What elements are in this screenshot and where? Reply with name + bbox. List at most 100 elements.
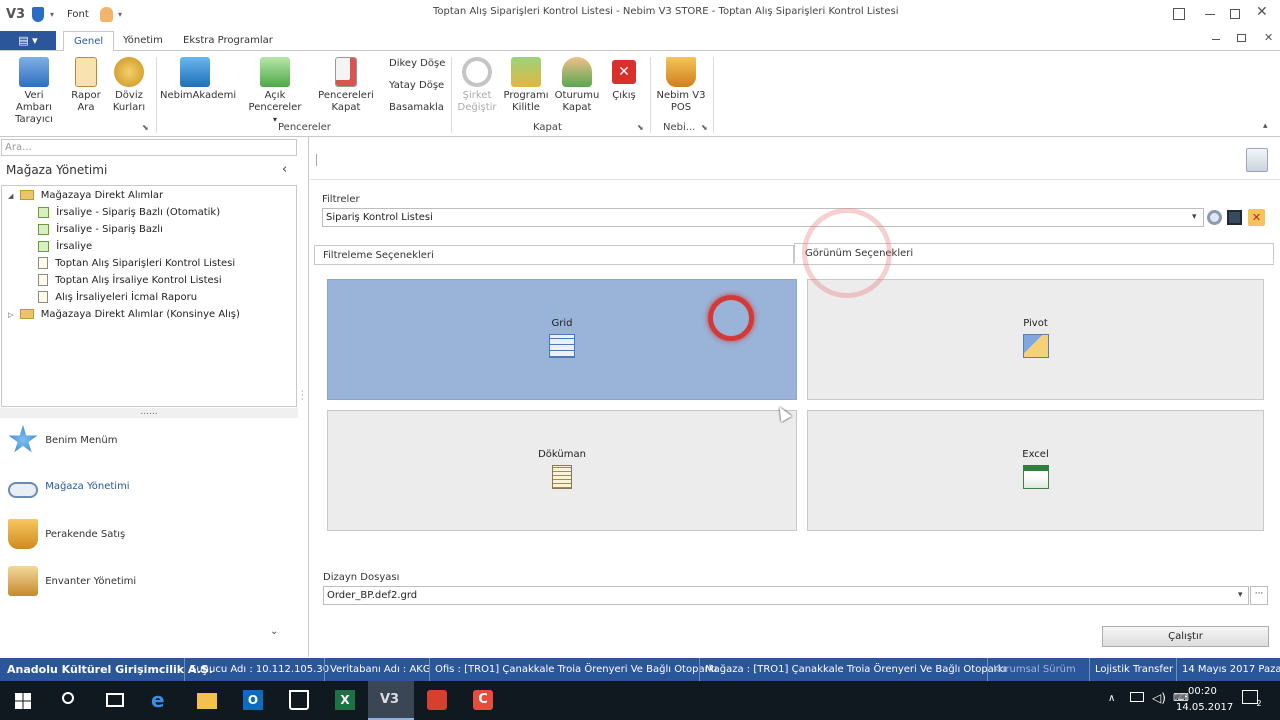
clock-time[interactable]: 00:20 (1188, 686, 1217, 697)
taskbar-app-c[interactable]: C (460, 681, 506, 720)
taskbar-outlook[interactable]: O (230, 681, 276, 720)
clock-date[interactable]: 14.05.2017 (1176, 702, 1233, 713)
grid-table-icon (549, 334, 575, 358)
taskbar-edge[interactable]: e (138, 681, 184, 720)
menu-tree: ◢ Mağazaya Direkt Alımlar İrsaliye - Sip… (1, 185, 297, 407)
nebim-akademi-button[interactable]: NebimAkademi (160, 57, 236, 102)
collapse-ribbon-icon[interactable]: ▴ (1263, 121, 1268, 131)
rapor-ara-button[interactable]: Rapor Ara (68, 57, 104, 114)
tab-genel[interactable]: Genel (63, 31, 115, 52)
doviz-dialog-launcher-icon[interactable]: ⬊ (142, 123, 149, 132)
nav-more-chevron-icon[interactable]: ⌄ (270, 626, 278, 637)
run-button[interactable]: Çalıştır (1102, 626, 1269, 647)
qat-dropdown-icon[interactable]: ▾ (50, 10, 54, 19)
tree-collapsed-icon[interactable]: ▷ (8, 311, 13, 319)
taskbar-explorer[interactable] (184, 681, 230, 720)
lock-icon (511, 57, 541, 87)
qat-font-button[interactable]: Font (67, 9, 89, 20)
filter-options-gear-icon[interactable] (1207, 210, 1222, 225)
dikey-dose-button[interactable]: Dikey Döşe (389, 58, 445, 69)
kapat-dialog-launcher-icon[interactable]: ⬊ (637, 123, 644, 132)
tree-folder-direkt-alimlar[interactable]: ◢ Mağazaya Direkt Alımlar (8, 188, 163, 204)
data-warehouse-icon (19, 57, 49, 87)
filter-select[interactable]: Sipariş Kontrol Listesi (322, 208, 1204, 227)
windows-logo-icon (15, 693, 31, 709)
taskbar-nebim-v3[interactable]: V3 (368, 681, 414, 720)
tree-item-toptan-alis-irsaliye[interactable]: Toptan Alış İrsaliye Kontrol Listesi (38, 273, 222, 289)
qat-customize-icon[interactable]: ▾ (118, 10, 122, 19)
collapse-panel-icon[interactable]: ‹ (282, 162, 287, 177)
design-file-label: Dizayn Dosyası (323, 572, 400, 583)
close-window-button[interactable]: ✕ (1256, 4, 1268, 20)
inventory-icon (8, 566, 38, 596)
pencereleri-kapat-button[interactable]: Pencereleri Kapat (318, 57, 374, 114)
yatay-dose-button[interactable]: Yatay Döşe (389, 80, 444, 91)
qat-hand-icon[interactable] (100, 7, 113, 22)
main-content: Filtreler Sipariş Kontrol Listesi ▾ ✕ Fi… (310, 140, 1280, 657)
nebim-v3-pos-button[interactable]: Nebim V3 POS (656, 57, 706, 114)
design-file-browse-button[interactable]: ··· (1250, 586, 1268, 605)
sirket-degistir-button[interactable]: Şirket Değiştir (455, 57, 499, 114)
taskbar-app-red[interactable] (414, 681, 460, 720)
vertical-splitter-grip[interactable]: · · · (301, 388, 304, 404)
taskbar-store[interactable] (276, 681, 322, 720)
minimize-button[interactable] (1205, 14, 1215, 15)
filter-save-icon[interactable] (1227, 210, 1242, 225)
doviz-kurlari-button[interactable]: Döviz Kurları (110, 57, 148, 114)
restore-app-icon[interactable] (1173, 8, 1185, 20)
tree-expand-icon[interactable]: ◢ (8, 192, 13, 200)
mdi-close-icon[interactable]: ✕ (1264, 31, 1273, 44)
veri-ambari-button[interactable]: Veri Ambarı Tarayıcı (5, 57, 63, 126)
nav-benim-menum[interactable]: Benim Menüm (8, 425, 117, 465)
tree-folder-konsinye[interactable]: ▷ Mağazaya Direkt Alımlar (Konsinye Alış… (8, 307, 240, 323)
status-edition: Kurumsal Sürüm (987, 658, 1081, 681)
tree-item-irsaliye[interactable]: İrsaliye (38, 239, 92, 255)
view-tile-dokuman[interactable]: Döküman (327, 410, 797, 531)
design-file-select[interactable]: Order_BP.def2.grd (323, 586, 1249, 605)
tab-filtreleme-secenekleri[interactable]: Filtreleme Seçenekleri (314, 245, 794, 265)
status-logistics[interactable]: Lojistik Transfer (1089, 658, 1178, 681)
oturumu-kapat-button[interactable]: Oturumu Kapat (554, 57, 600, 114)
filter-dropdown-icon[interactable]: ▾ (1192, 212, 1197, 222)
view-tile-pivot[interactable]: Pivot (807, 279, 1264, 400)
document-green-icon (38, 206, 49, 218)
task-view-button[interactable] (92, 681, 138, 720)
start-button[interactable] (0, 681, 46, 720)
tray-expand-icon[interactable]: ∧ (1108, 693, 1115, 704)
nav-search-input[interactable]: Ara... (1, 139, 297, 156)
cikis-button[interactable]: ✕ Çıkış (607, 57, 641, 102)
volume-icon[interactable]: ◁) (1152, 691, 1166, 705)
tab-ekstra-programlar[interactable]: Ekstra Programlar (173, 31, 283, 52)
group-pencereler-label: Pencereler (278, 122, 331, 133)
tree-item-alis-icmal[interactable]: Alış İrsaliyeleri İcmal Raporu (38, 290, 197, 306)
acik-pencereler-button[interactable]: Açık Pencereler ▾ (238, 57, 312, 126)
basamakla-button[interactable]: Basamakla (389, 102, 444, 113)
tree-item-irsaliye-siparis[interactable]: İrsaliye - Sipariş Bazlı (38, 222, 163, 238)
file-menu-button[interactable]: ▤ ▾ (0, 31, 56, 50)
maximize-button[interactable] (1230, 9, 1240, 19)
panel-splitter[interactable]: ...... (0, 408, 298, 418)
nebim-v3-icon: V3 (380, 692, 400, 707)
nav-envanter-yonetimi[interactable]: Envanter Yönetimi (8, 566, 136, 606)
nav-perakende-satis[interactable]: Perakende Satış (8, 519, 125, 559)
group-nebi-label: Nebi... (663, 122, 696, 133)
task-view-icon (106, 693, 124, 707)
design-file-dropdown-icon[interactable]: ▾ (1238, 590, 1243, 600)
tree-item-irsaliye-siparis-otomatik[interactable]: İrsaliye - Sipariş Bazlı (Otomatik) (38, 205, 220, 221)
qat-shield-icon[interactable] (32, 7, 44, 22)
filter-delete-icon[interactable]: ✕ (1248, 209, 1265, 226)
mdi-restore-icon[interactable] (1237, 34, 1246, 42)
settings-wrench-icon[interactable] (1246, 148, 1268, 172)
nebi-dialog-launcher-icon[interactable]: ⬊ (701, 123, 708, 132)
tree-item-toptan-alis-siparisleri[interactable]: Toptan Alış Siparişleri Kontrol Listesi (38, 256, 235, 272)
tab-yonetim[interactable]: Yönetim (113, 31, 173, 52)
windows-taskbar: e O X V3 C ∧ ◁) ⌨ 00:20 14.05.2017 2 (0, 681, 1280, 720)
programi-kilitle-button[interactable]: Programı Kilitle (503, 57, 549, 114)
view-tile-excel[interactable]: Excel (807, 410, 1264, 531)
currency-icon (114, 57, 144, 87)
mdi-minimize-icon[interactable] (1212, 39, 1220, 40)
taskbar-excel[interactable]: X (322, 681, 368, 720)
search-button[interactable] (46, 681, 92, 720)
network-icon[interactable] (1130, 692, 1144, 702)
nav-magaza-yonetimi[interactable]: Mağaza Yönetimi (8, 472, 130, 512)
